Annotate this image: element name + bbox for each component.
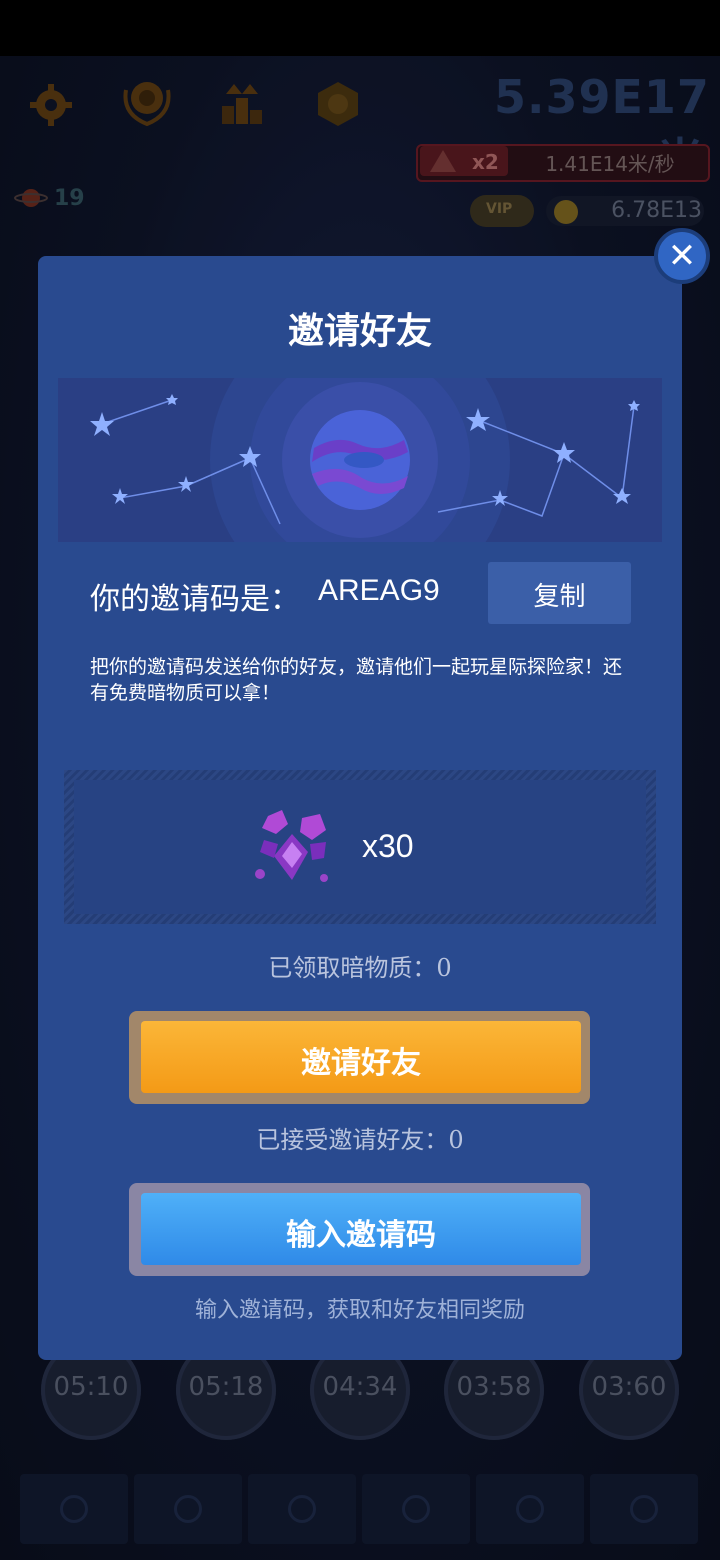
invite-button-label: 邀请好友 (301, 1046, 421, 1081)
claimed-dark-matter: 已领取暗物质：0 (268, 954, 452, 982)
invite-description: 把你的邀请码发送给你的好友，邀请他们一起玩星际探险家！还有免费暗物质可以拿！ (90, 656, 623, 704)
invite-code-label: 你的邀请码是： (90, 582, 300, 617)
invite-code-value: AREAG9 (318, 574, 440, 607)
enter-code-hint: 输入邀请码，获取和好友相同奖励 (194, 1298, 525, 1323)
reward-quantity: x30 (362, 828, 414, 864)
dialog-title: 邀请好友 (287, 311, 432, 352)
constellation-banner (58, 378, 662, 542)
close-button[interactable]: ✕ (654, 228, 710, 284)
reward-panel-inner (74, 780, 646, 914)
enter-code-button-label: 输入邀请码 (286, 1218, 436, 1253)
dark-matter-crystal-icon (244, 800, 340, 900)
close-icon: ✕ (667, 236, 697, 276)
copy-button[interactable]: 复制 (488, 562, 631, 624)
status-bar (0, 0, 720, 56)
copy-button-label: 复制 (533, 582, 586, 612)
accepted-friends: 已接受邀请好友：0 (256, 1126, 464, 1154)
